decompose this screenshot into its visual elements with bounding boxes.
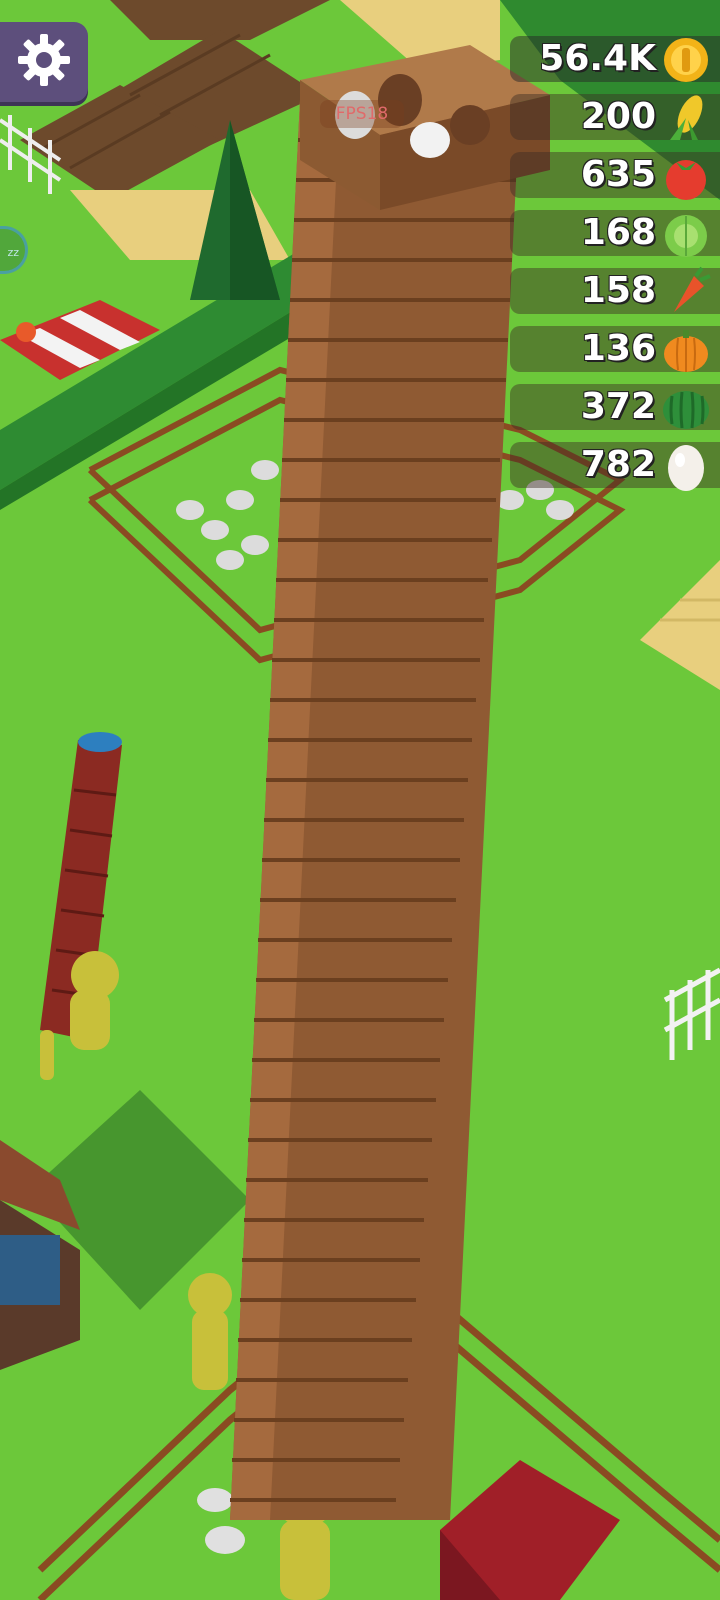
coins-value: 56.4K: [539, 38, 656, 79]
resource-pumpkin: 136: [510, 326, 720, 372]
corn-icon: [660, 92, 712, 144]
resource-watermelon: 372: [510, 384, 720, 430]
resource-tomato: 635: [510, 152, 720, 200]
resource-panel: 56.4K 200 635 168 158 136 372 782: [510, 36, 720, 500]
pumpkin-value: 136: [580, 328, 656, 369]
cabbage-icon: [660, 208, 712, 260]
corn-value: 200: [580, 96, 656, 137]
tomato-value: 635: [580, 154, 656, 195]
egg-icon: [660, 440, 712, 492]
carrot-value: 158: [580, 270, 656, 311]
watermelon-value: 372: [580, 386, 656, 427]
watermelon-icon: [660, 382, 712, 434]
egg-value: 782: [580, 444, 656, 485]
resource-coins: 56.4K: [510, 36, 720, 82]
resource-carrot: 158: [510, 266, 720, 314]
gold-coin-icon: [660, 34, 712, 86]
resource-cabbage: 168: [510, 210, 720, 257]
gear-icon: [14, 30, 74, 94]
cabbage-value: 168: [580, 212, 656, 253]
resource-egg: 782: [510, 442, 720, 491]
tomato-icon: [660, 150, 712, 202]
settings-button[interactable]: [0, 22, 88, 102]
fps-counter: FPS18: [320, 100, 404, 128]
pumpkin-icon: [660, 324, 712, 376]
resource-corn: 200: [510, 94, 720, 140]
carrot-icon: [660, 266, 712, 318]
